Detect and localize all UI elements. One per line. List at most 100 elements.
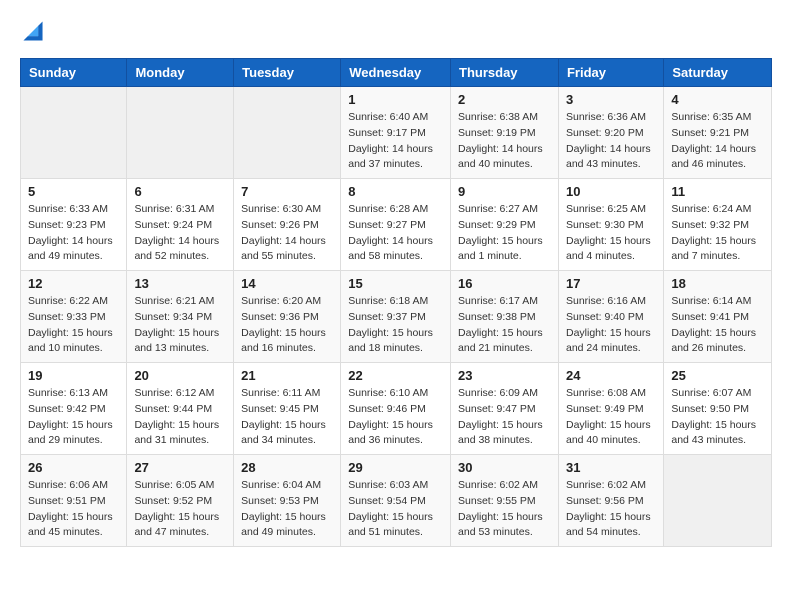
calendar-cell: 30 Sunrise: 6:02 AMSunset: 9:55 PMDayligh… bbox=[451, 455, 559, 547]
day-number: 16 bbox=[458, 276, 551, 291]
calendar-cell: 2 Sunrise: 6:38 AMSunset: 9:19 PMDaylight… bbox=[451, 87, 559, 179]
day-number: 18 bbox=[671, 276, 764, 291]
day-info: Sunrise: 6:21 AMSunset: 9:34 PMDaylight:… bbox=[134, 294, 226, 357]
day-info: Sunrise: 6:07 AMSunset: 9:50 PMDaylight:… bbox=[671, 386, 764, 449]
day-info: Sunrise: 6:30 AMSunset: 9:26 PMDaylight:… bbox=[241, 202, 333, 265]
day-info: Sunrise: 6:10 AMSunset: 9:46 PMDaylight:… bbox=[348, 386, 443, 449]
calendar-cell: 29Sunrise: 6:03 AMSunset: 9:54 PMDayligh… bbox=[341, 455, 451, 547]
day-number: 23 bbox=[458, 368, 551, 383]
day-info: Sunrise: 6:17 AMSunset: 9:38 PMDaylight:… bbox=[458, 294, 551, 357]
day-info: Sunrise: 6:27 AMSunset: 9:29 PMDaylight:… bbox=[458, 202, 551, 265]
calendar-week-row: 26 Sunrise: 6:06 AMSunset: 9:51 PMDayligh… bbox=[21, 455, 772, 547]
day-number: 3 bbox=[566, 92, 656, 107]
day-number: 20 bbox=[134, 368, 226, 383]
day-info: Sunrise: 6:11 AMSunset: 9:45 PMDaylight:… bbox=[241, 386, 333, 449]
calendar-cell: 28Sunrise: 6:04 AMSunset: 9:53 PMDayligh… bbox=[234, 455, 341, 547]
calendar-cell: 6Sunrise: 6:31 AMSunset: 9:24 PMDaylight… bbox=[127, 179, 234, 271]
day-number: 8 bbox=[348, 184, 443, 199]
calendar-cell: 13 Sunrise: 6:21 AMSunset: 9:34 PMDayligh… bbox=[127, 271, 234, 363]
day-info: Sunrise: 6:04 AMSunset: 9:53 PMDaylight:… bbox=[241, 478, 333, 541]
day-info: Sunrise: 6:02 AMSunset: 9:56 PMDaylight:… bbox=[566, 478, 656, 541]
calendar-cell bbox=[234, 87, 341, 179]
calendar-cell: 22 Sunrise: 6:10 AMSunset: 9:46 PMDayligh… bbox=[341, 363, 451, 455]
calendar-cell: 3 Sunrise: 6:36 AMSunset: 9:20 PMDaylight… bbox=[558, 87, 663, 179]
day-number: 15 bbox=[348, 276, 443, 291]
day-number: 13 bbox=[134, 276, 226, 291]
calendar-week-row: 5Sunrise: 6:33 AMSunset: 9:23 PMDaylight… bbox=[21, 179, 772, 271]
day-info: Sunrise: 6:38 AMSunset: 9:19 PMDaylight:… bbox=[458, 110, 551, 173]
day-number: 27 bbox=[134, 460, 226, 475]
calendar-cell: 10Sunrise: 6:25 AMSunset: 9:30 PMDayligh… bbox=[558, 179, 663, 271]
day-info: Sunrise: 6:28 AMSunset: 9:27 PMDaylight:… bbox=[348, 202, 443, 265]
calendar-cell: 25 Sunrise: 6:07 AMSunset: 9:50 PMDayligh… bbox=[664, 363, 772, 455]
day-number: 30 bbox=[458, 460, 551, 475]
day-number: 9 bbox=[458, 184, 551, 199]
calendar-table: SundayMondayTuesdayWednesdayThursdayFrid… bbox=[20, 58, 772, 547]
day-info: Sunrise: 6:31 AMSunset: 9:24 PMDaylight:… bbox=[134, 202, 226, 265]
day-number: 21 bbox=[241, 368, 333, 383]
day-number: 25 bbox=[671, 368, 764, 383]
weekday-header: Saturday bbox=[664, 59, 772, 87]
day-number: 17 bbox=[566, 276, 656, 291]
day-number: 10 bbox=[566, 184, 656, 199]
calendar-header-row: SundayMondayTuesdayWednesdayThursdayFrid… bbox=[21, 59, 772, 87]
weekday-header: Friday bbox=[558, 59, 663, 87]
calendar-cell: 20 Sunrise: 6:12 AMSunset: 9:44 PMDayligh… bbox=[127, 363, 234, 455]
day-info: Sunrise: 6:36 AMSunset: 9:20 PMDaylight:… bbox=[566, 110, 656, 173]
calendar-cell: 14 Sunrise: 6:20 AMSunset: 9:36 PMDayligh… bbox=[234, 271, 341, 363]
calendar-cell: 5Sunrise: 6:33 AMSunset: 9:23 PMDaylight… bbox=[21, 179, 127, 271]
day-number: 19 bbox=[28, 368, 119, 383]
day-info: Sunrise: 6:06 AMSunset: 9:51 PMDaylight:… bbox=[28, 478, 119, 541]
calendar-cell: 11 Sunrise: 6:24 AMSunset: 9:32 PMDayligh… bbox=[664, 179, 772, 271]
calendar-cell: 17 Sunrise: 6:16 AMSunset: 9:40 PMDayligh… bbox=[558, 271, 663, 363]
day-info: Sunrise: 6:05 AMSunset: 9:52 PMDaylight:… bbox=[134, 478, 226, 541]
day-info: Sunrise: 6:20 AMSunset: 9:36 PMDaylight:… bbox=[241, 294, 333, 357]
day-info: Sunrise: 6:14 AMSunset: 9:41 PMDaylight:… bbox=[671, 294, 764, 357]
page: SundayMondayTuesdayWednesdayThursdayFrid… bbox=[0, 0, 792, 567]
logo bbox=[20, 20, 44, 42]
day-number: 24 bbox=[566, 368, 656, 383]
day-number: 14 bbox=[241, 276, 333, 291]
calendar-cell: 31Sunrise: 6:02 AMSunset: 9:56 PMDayligh… bbox=[558, 455, 663, 547]
day-info: Sunrise: 6:16 AMSunset: 9:40 PMDaylight:… bbox=[566, 294, 656, 357]
day-info: Sunrise: 6:24 AMSunset: 9:32 PMDaylight:… bbox=[671, 202, 764, 265]
day-info: Sunrise: 6:09 AMSunset: 9:47 PMDaylight:… bbox=[458, 386, 551, 449]
calendar-cell: 27 Sunrise: 6:05 AMSunset: 9:52 PMDayligh… bbox=[127, 455, 234, 547]
logo-icon bbox=[22, 20, 44, 42]
day-number: 11 bbox=[671, 184, 764, 199]
calendar-cell: 18 Sunrise: 6:14 AMSunset: 9:41 PMDayligh… bbox=[664, 271, 772, 363]
day-info: Sunrise: 6:35 AMSunset: 9:21 PMDaylight:… bbox=[671, 110, 764, 173]
day-number: 1 bbox=[348, 92, 443, 107]
calendar-cell: 12Sunrise: 6:22 AMSunset: 9:33 PMDayligh… bbox=[21, 271, 127, 363]
day-info: Sunrise: 6:08 AMSunset: 9:49 PMDaylight:… bbox=[566, 386, 656, 449]
calendar-cell: 7Sunrise: 6:30 AMSunset: 9:26 PMDaylight… bbox=[234, 179, 341, 271]
calendar-cell: 15Sunrise: 6:18 AMSunset: 9:37 PMDayligh… bbox=[341, 271, 451, 363]
calendar-cell bbox=[664, 455, 772, 547]
weekday-header: Sunday bbox=[21, 59, 127, 87]
day-info: Sunrise: 6:13 AMSunset: 9:42 PMDaylight:… bbox=[28, 386, 119, 449]
calendar-week-row: 12Sunrise: 6:22 AMSunset: 9:33 PMDayligh… bbox=[21, 271, 772, 363]
calendar-cell: 1Sunrise: 6:40 AMSunset: 9:17 PMDaylight… bbox=[341, 87, 451, 179]
day-info: Sunrise: 6:03 AMSunset: 9:54 PMDaylight:… bbox=[348, 478, 443, 541]
calendar-cell: 23 Sunrise: 6:09 AMSunset: 9:47 PMDayligh… bbox=[451, 363, 559, 455]
calendar-cell bbox=[21, 87, 127, 179]
day-info: Sunrise: 6:33 AMSunset: 9:23 PMDaylight:… bbox=[28, 202, 119, 265]
calendar-cell: 8 Sunrise: 6:28 AMSunset: 9:27 PMDaylight… bbox=[341, 179, 451, 271]
calendar-cell: 21 Sunrise: 6:11 AMSunset: 9:45 PMDayligh… bbox=[234, 363, 341, 455]
calendar-cell: 26 Sunrise: 6:06 AMSunset: 9:51 PMDayligh… bbox=[21, 455, 127, 547]
header bbox=[20, 20, 772, 42]
day-info: Sunrise: 6:12 AMSunset: 9:44 PMDaylight:… bbox=[134, 386, 226, 449]
weekday-header: Tuesday bbox=[234, 59, 341, 87]
day-number: 22 bbox=[348, 368, 443, 383]
day-info: Sunrise: 6:02 AMSunset: 9:55 PMDaylight:… bbox=[458, 478, 551, 541]
day-number: 12 bbox=[28, 276, 119, 291]
calendar-week-row: 1Sunrise: 6:40 AMSunset: 9:17 PMDaylight… bbox=[21, 87, 772, 179]
day-number: 26 bbox=[28, 460, 119, 475]
day-number: 4 bbox=[671, 92, 764, 107]
calendar-cell: 4 Sunrise: 6:35 AMSunset: 9:21 PMDaylight… bbox=[664, 87, 772, 179]
weekday-header: Wednesday bbox=[341, 59, 451, 87]
weekday-header: Thursday bbox=[451, 59, 559, 87]
calendar-cell: 19 Sunrise: 6:13 AMSunset: 9:42 PMDayligh… bbox=[21, 363, 127, 455]
calendar-cell: 9 Sunrise: 6:27 AMSunset: 9:29 PMDaylight… bbox=[451, 179, 559, 271]
day-number: 2 bbox=[458, 92, 551, 107]
